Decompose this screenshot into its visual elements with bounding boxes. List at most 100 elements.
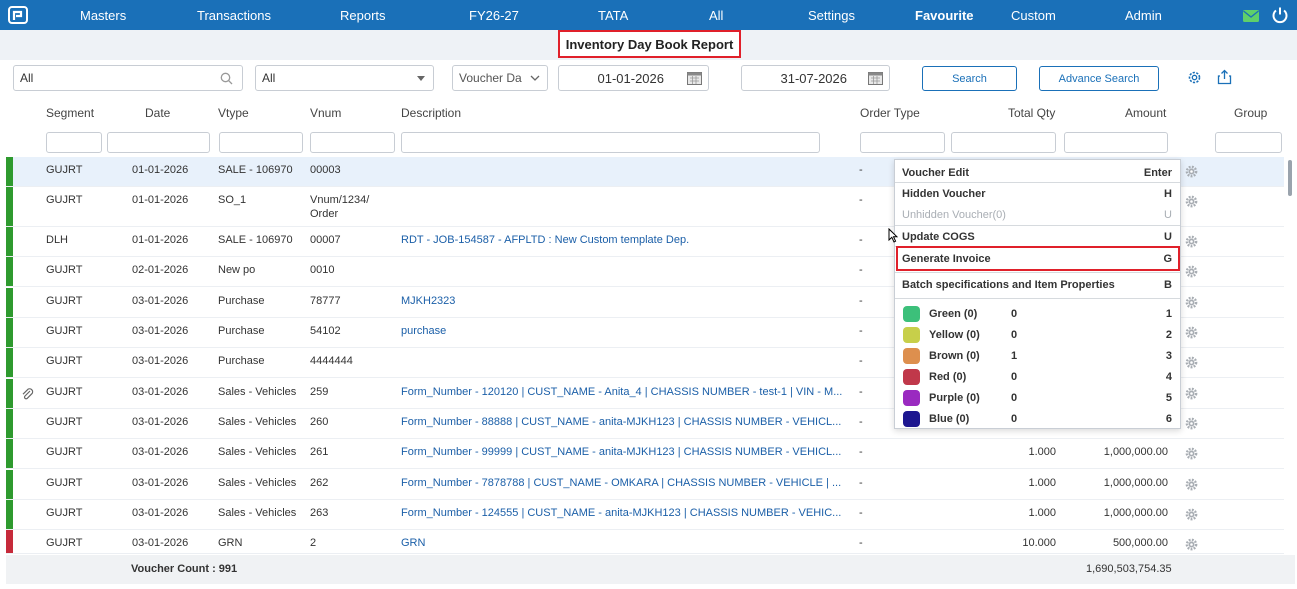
nav-reports[interactable]: Reports bbox=[340, 8, 386, 23]
scrollbar[interactable] bbox=[1288, 160, 1292, 196]
cell-order-type: - bbox=[859, 264, 863, 276]
cell-description[interactable]: Form_Number - 7878788 | CUST_NAME - OMKA… bbox=[401, 477, 853, 489]
nav-admin[interactable]: Admin bbox=[1125, 8, 1162, 23]
cell-description[interactable]: Form_Number - 99999 | CUST_NAME - anita-… bbox=[401, 446, 853, 458]
filter-segment-input[interactable] bbox=[46, 132, 102, 153]
date-type-select[interactable]: Voucher Da bbox=[452, 65, 548, 91]
cell-description[interactable]: MJKH2323 bbox=[401, 295, 853, 307]
color-swatch bbox=[903, 327, 920, 343]
row-settings-gear-icon[interactable] bbox=[1185, 195, 1198, 208]
cell-order-type: - bbox=[859, 295, 863, 307]
cell-date: 01-01-2026 bbox=[132, 234, 189, 246]
row-settings-gear-icon[interactable] bbox=[1185, 296, 1198, 309]
table-footer: Voucher Count : 991 1,690,503,754.35 bbox=[6, 555, 1295, 584]
filter-order-type-input[interactable] bbox=[860, 132, 945, 153]
filter-group-input[interactable] bbox=[1215, 132, 1282, 153]
calendar-icon[interactable] bbox=[687, 71, 702, 85]
nav-fiscal-year[interactable]: FY26-27 bbox=[469, 8, 519, 23]
col-total-qty[interactable]: Total Qty bbox=[1008, 106, 1055, 120]
color-tag-item[interactable]: Yellow (0) 0 2 bbox=[895, 327, 1180, 345]
table-row[interactable]: GUJRT 03-01-2026 GRN 2 GRN -10.000 500,000.00 bbox=[6, 530, 1284, 554]
col-date[interactable]: Date bbox=[145, 106, 170, 120]
mouse-cursor-icon bbox=[888, 228, 898, 243]
cell-description[interactable]: purchase bbox=[401, 325, 853, 337]
settings-gear-icon[interactable] bbox=[1187, 70, 1202, 85]
color-tag-item[interactable]: Purple (0) 0 5 bbox=[895, 390, 1180, 408]
cell-description[interactable]: Form_Number - 124555 | CUST_NAME - anita… bbox=[401, 507, 853, 519]
row-settings-gear-icon[interactable] bbox=[1185, 447, 1198, 460]
nav-settings[interactable]: Settings bbox=[808, 8, 855, 23]
filter-vnum-input[interactable] bbox=[310, 132, 395, 153]
cell-vnum: 00007 bbox=[310, 234, 341, 246]
calendar-icon[interactable] bbox=[868, 71, 883, 85]
attachment-icon[interactable] bbox=[21, 387, 34, 401]
nav-custom[interactable]: Custom bbox=[1011, 8, 1056, 23]
cell-description[interactable]: RDT - JOB-154587 - AFPLTD : New Custom t… bbox=[401, 234, 853, 246]
row-settings-gear-icon[interactable] bbox=[1185, 478, 1198, 491]
mail-icon[interactable] bbox=[1242, 7, 1260, 25]
filter-vtype-input[interactable] bbox=[219, 132, 303, 153]
filter-total-qty-input[interactable] bbox=[951, 132, 1056, 153]
color-tag-item[interactable]: Red (0) 0 4 bbox=[895, 369, 1180, 387]
color-tag-item[interactable]: Green (0) 0 1 bbox=[895, 306, 1180, 324]
row-settings-gear-icon[interactable] bbox=[1185, 508, 1198, 521]
power-icon[interactable] bbox=[1271, 6, 1289, 24]
cell-vtype: SO_1 bbox=[218, 194, 247, 206]
row-settings-gear-icon[interactable] bbox=[1185, 356, 1198, 369]
app-logo-icon[interactable] bbox=[8, 6, 28, 24]
color-count: 0 bbox=[1011, 413, 1018, 425]
type-select[interactable]: All bbox=[255, 65, 434, 91]
cell-vnum: 4444444 bbox=[310, 355, 353, 367]
search-button[interactable]: Search bbox=[922, 66, 1017, 91]
cell-description[interactable]: Form_Number - 120120 | CUST_NAME - Anita… bbox=[401, 386, 853, 398]
color-tag-item[interactable]: Blue (0) 0 6 bbox=[895, 411, 1180, 429]
row-settings-gear-icon[interactable] bbox=[1185, 165, 1198, 178]
cell-description[interactable]: GRN bbox=[401, 537, 853, 549]
total-amount: 1,690,503,754.35 bbox=[1086, 563, 1172, 575]
color-shortcut: 1 bbox=[1165, 308, 1172, 320]
nav-masters[interactable]: Masters bbox=[80, 8, 126, 23]
row-settings-gear-icon[interactable] bbox=[1185, 235, 1198, 248]
cell-description[interactable]: Form_Number - 88888 | CUST_NAME - anita-… bbox=[401, 416, 853, 428]
row-settings-gear-icon[interactable] bbox=[1185, 265, 1198, 278]
cell-vtype: Sales - Vehicles bbox=[218, 386, 297, 398]
row-settings-gear-icon[interactable] bbox=[1185, 538, 1198, 551]
table-row[interactable]: GUJRT 03-01-2026 Sales - Vehicles 261 Form_N… bbox=[6, 439, 1284, 469]
nav-company[interactable]: TATA bbox=[598, 8, 628, 23]
color-tag-item[interactable]: Brown (0) 1 3 bbox=[895, 348, 1180, 366]
cell-segment: GUJRT bbox=[46, 386, 83, 398]
row-settings-gear-icon[interactable] bbox=[1185, 387, 1198, 400]
search-input[interactable] bbox=[20, 71, 236, 85]
nav-favourite[interactable]: Favourite bbox=[915, 8, 974, 23]
nav-all[interactable]: All bbox=[709, 8, 723, 23]
table-row[interactable]: GUJRT 03-01-2026 Sales - Vehicles 263 Form_N… bbox=[6, 500, 1284, 530]
filter-date-input[interactable] bbox=[107, 132, 210, 153]
to-date-field[interactable]: 31-07-2026 bbox=[741, 65, 890, 91]
col-amount[interactable]: Amount bbox=[1125, 106, 1166, 120]
advance-search-button[interactable]: Advance Search bbox=[1039, 66, 1159, 91]
cell-order-type: - bbox=[859, 355, 863, 367]
color-count: 0 bbox=[1011, 308, 1018, 320]
nav-transactions[interactable]: Transactions bbox=[197, 8, 271, 23]
cell-vtype: GRN bbox=[218, 537, 243, 549]
row-settings-gear-icon[interactable] bbox=[1185, 417, 1198, 430]
filter-description-input[interactable] bbox=[401, 132, 820, 153]
cell-segment: GUJRT bbox=[46, 164, 83, 176]
col-vtype[interactable]: Vtype bbox=[218, 106, 249, 120]
row-settings-gear-icon[interactable] bbox=[1185, 326, 1198, 339]
filter-amount-input[interactable] bbox=[1064, 132, 1168, 153]
row-status-bar bbox=[6, 288, 13, 317]
col-description[interactable]: Description bbox=[401, 106, 461, 120]
col-vnum[interactable]: Vnum bbox=[310, 106, 341, 120]
search-icon[interactable] bbox=[220, 72, 233, 85]
search-field[interactable] bbox=[13, 65, 243, 91]
cell-total-qty: 1.000 bbox=[1028, 507, 1056, 519]
export-icon[interactable] bbox=[1217, 69, 1232, 85]
col-segment[interactable]: Segment bbox=[46, 106, 94, 120]
col-order-type[interactable]: Order Type bbox=[860, 106, 920, 120]
table-row[interactable]: GUJRT 03-01-2026 Sales - Vehicles 262 Form_N… bbox=[6, 470, 1284, 500]
from-date-field[interactable]: 01-01-2026 bbox=[558, 65, 709, 91]
col-group[interactable]: Group bbox=[1234, 106, 1267, 120]
cell-vtype: New po bbox=[218, 264, 256, 276]
cell-date: 03-01-2026 bbox=[132, 477, 189, 489]
